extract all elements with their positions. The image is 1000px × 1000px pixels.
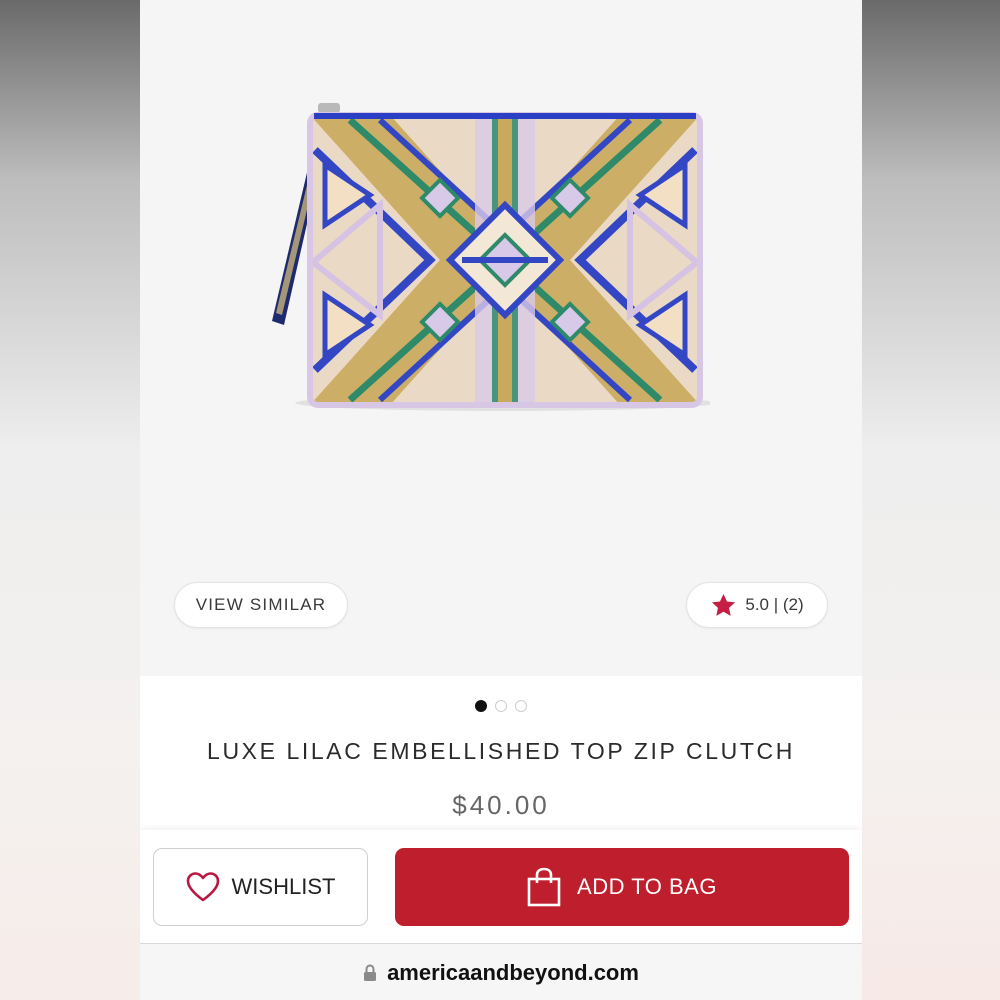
product-price: $40.00 — [452, 790, 550, 820]
product-image-beaded-clutch — [272, 103, 710, 411]
add-to-bag-label: ADD TO BAG — [577, 874, 717, 899]
product-title: LUXE LILAC EMBELLISHED TOP ZIP CLUTCH — [207, 738, 795, 764]
browser-address-bar[interactable]: americaandbeyond.com — [140, 943, 862, 1000]
lock-icon — [364, 963, 377, 981]
wishlist-button[interactable]: WISHLIST — [153, 848, 368, 926]
add-to-bag-button[interactable]: ADD TO BAG — [395, 848, 849, 926]
image-carousel-indicator — [140, 700, 862, 712]
carousel-dot[interactable] — [515, 700, 527, 712]
rating-badge[interactable]: 5.0 | (2) — [686, 582, 828, 628]
rating-text: 5.0 | (2) — [745, 595, 804, 614]
star-icon — [712, 593, 736, 616]
phone-screen: VIEW SIMILAR 5.0 | (2) LUXE LILAC EMBELL… — [140, 0, 862, 1000]
blurred-background-right — [862, 0, 1000, 1000]
product-image-gallery[interactable]: VIEW SIMILAR 5.0 | (2) — [140, 0, 862, 676]
blurred-background-left — [0, 0, 140, 1000]
purchase-action-bar: WISHLIST ADD TO BAG — [140, 830, 862, 943]
view-similar-button[interactable]: VIEW SIMILAR — [174, 582, 348, 628]
carousel-dot[interactable] — [495, 700, 507, 712]
url-text: americaandbeyond.com — [387, 959, 639, 985]
carousel-dot-active[interactable] — [475, 700, 487, 712]
heart-icon — [186, 872, 219, 902]
shopping-bag-icon — [527, 867, 561, 907]
view-similar-label: VIEW SIMILAR — [195, 595, 327, 614]
wishlist-label: WISHLIST — [231, 874, 336, 899]
